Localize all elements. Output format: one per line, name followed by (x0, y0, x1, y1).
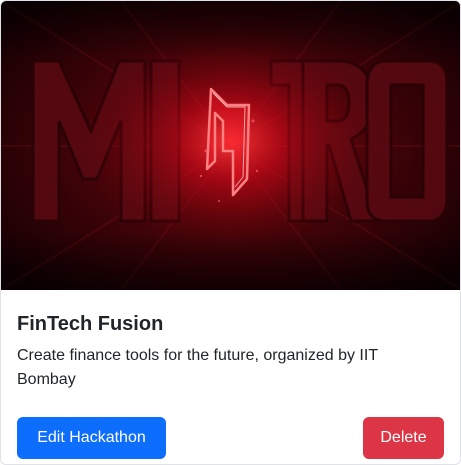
edit-hackathon-button[interactable]: Edit Hackathon (17, 417, 166, 459)
hackathon-banner-image (1, 1, 460, 290)
delete-button[interactable]: Delete (363, 417, 444, 459)
hackathon-title: FinTech Fusion (17, 313, 164, 335)
hackathon-card: FinTech Fusion Create finance tools for … (0, 0, 461, 465)
hackathon-description: Create finance tools for the future, org… (17, 347, 378, 388)
mitro-logo-image (1, 1, 460, 290)
